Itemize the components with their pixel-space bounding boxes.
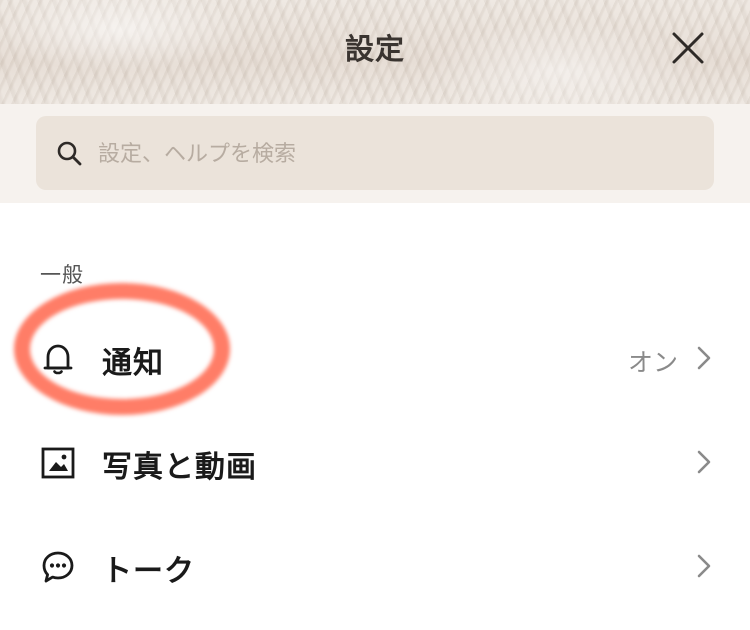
search-area — [0, 104, 750, 203]
settings-item-photos-videos[interactable]: 写真と動画 — [0, 409, 750, 513]
header-bar: 設定 — [0, 0, 750, 104]
search-icon — [57, 141, 82, 166]
section-label-general: 一般 — [40, 263, 84, 287]
page-title: 設定 — [344, 32, 405, 66]
search-box[interactable] — [36, 116, 714, 190]
settings-item-value: オン — [627, 348, 678, 377]
chat-bubble-icon — [42, 551, 74, 583]
settings-item-label: トーク — [102, 554, 195, 589]
photo-icon — [41, 447, 75, 479]
chevron-right-icon — [697, 554, 711, 578]
settings-item-chats[interactable]: トーク — [0, 513, 750, 617]
settings-item-notifications[interactable]: 通知 オン — [0, 305, 750, 409]
close-button[interactable] — [666, 26, 710, 70]
search-input[interactable] — [96, 130, 700, 178]
settings-item-label: 通知 — [102, 346, 164, 381]
bell-icon — [43, 344, 73, 375]
chevron-right-icon — [697, 450, 711, 474]
close-icon — [672, 32, 704, 64]
settings-item-label: 写真と動画 — [102, 450, 257, 485]
chevron-right-icon — [697, 346, 711, 370]
